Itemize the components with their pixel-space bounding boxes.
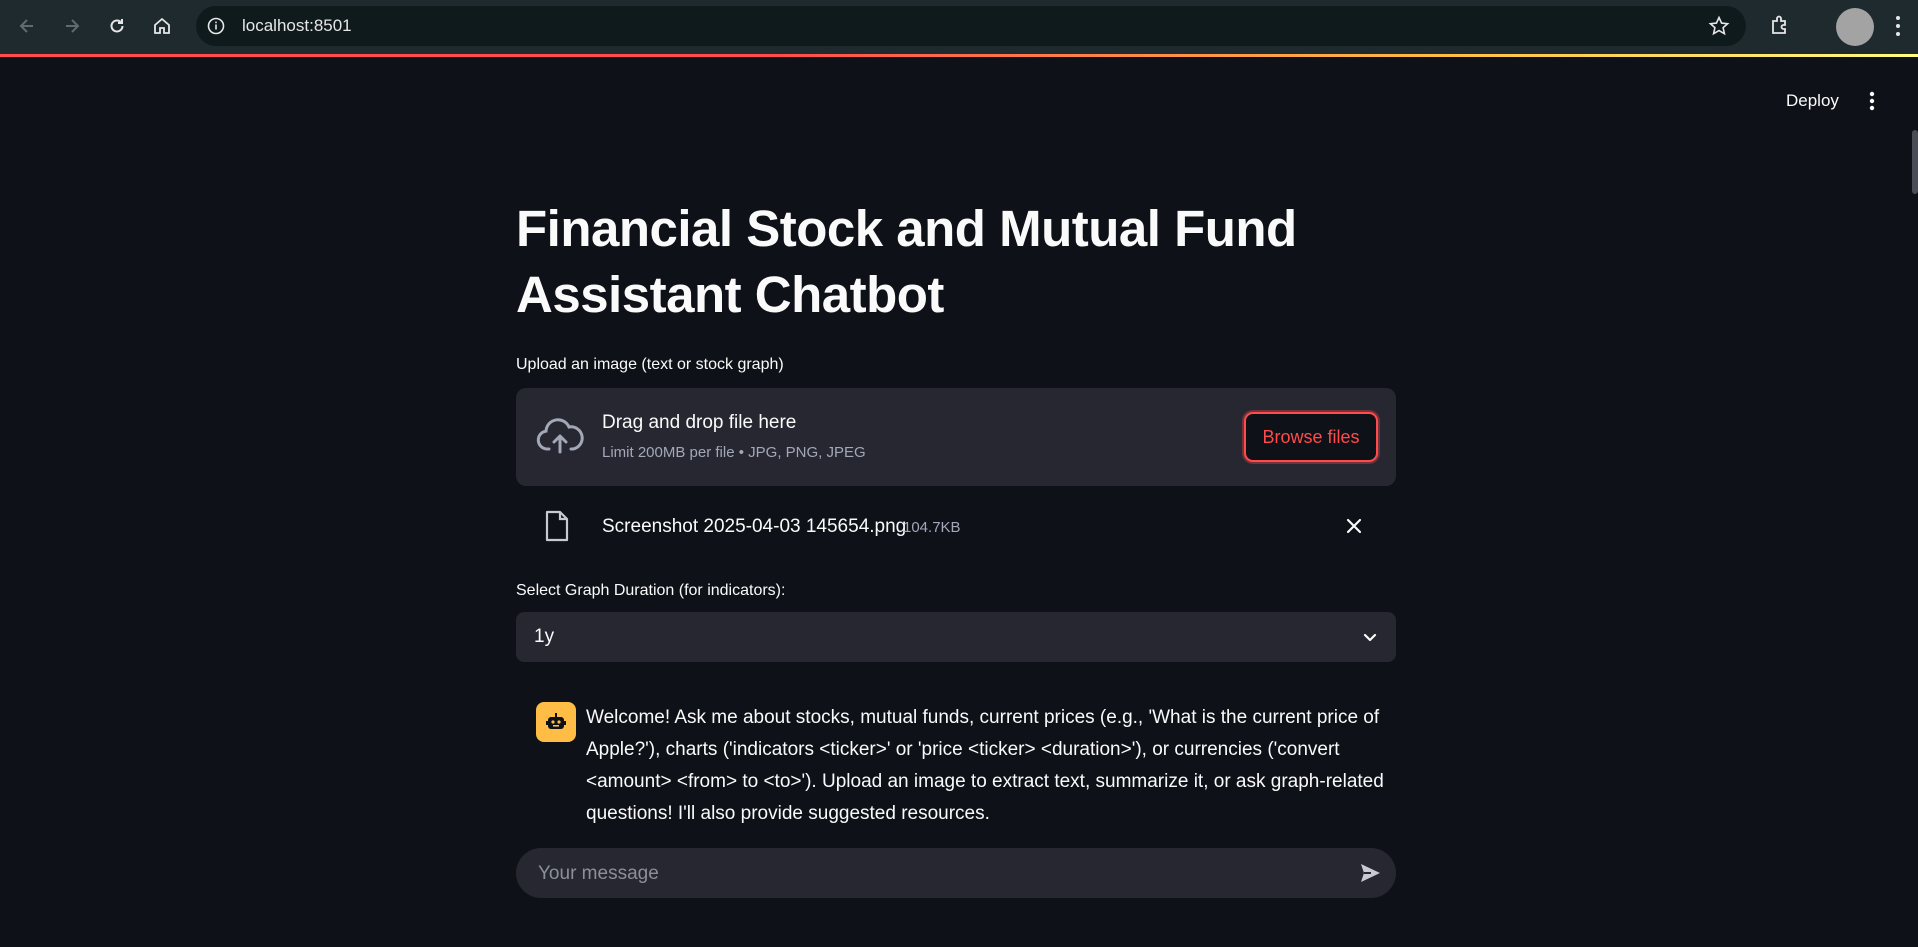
dropzone-title: Drag and drop file here (602, 412, 797, 433)
assistant-message-text: Welcome! Ask me about stocks, mutual fun… (586, 707, 1384, 824)
deploy-button[interactable]: Deploy (1774, 86, 1851, 116)
scrollbar-thumb[interactable] (1912, 130, 1918, 194)
page-title: Financial Stock and Mutual Fund Assistan… (516, 200, 1297, 323)
chrome-menu-icon[interactable] (1894, 13, 1902, 44)
browse-files-button[interactable]: Browse files (1244, 412, 1378, 462)
app-decoration-bar (0, 54, 1918, 57)
file-name: Screenshot 2025-04-03 145654.png (602, 516, 907, 537)
bookmark-star-icon[interactable] (1708, 15, 1730, 42)
url-text[interactable]: localhost:8501 (242, 6, 352, 46)
app-menu-icon[interactable] (1862, 88, 1882, 114)
reload-icon[interactable] (104, 13, 130, 39)
site-info-icon[interactable] (204, 14, 228, 38)
main-column: Financial Stock and Mutual Fund Assistan… (516, 196, 1396, 328)
back-icon[interactable] (14, 13, 40, 39)
home-icon[interactable] (149, 13, 175, 39)
file-icon (544, 510, 570, 547)
chevron-down-icon[interactable] (1360, 627, 1380, 652)
uploaded-file-row: Screenshot 2025-04-03 145654.png 104.7KB (516, 502, 1396, 550)
upload-label: Upload an image (text or stock graph) (516, 356, 784, 373)
duration-label: Select Graph Duration (for indicators): (516, 582, 786, 599)
bot-icon (536, 702, 576, 742)
forward-icon[interactable] (59, 13, 85, 39)
dropzone-limits: Limit 200MB per file • JPG, PNG, JPEG (602, 444, 866, 461)
file-dropzone[interactable]: Drag and drop file here Limit 200MB per … (516, 388, 1396, 486)
profile-avatar[interactable] (1836, 8, 1874, 46)
chat-input-bar[interactable] (516, 848, 1396, 900)
send-icon[interactable] (1358, 861, 1382, 890)
address-bar[interactable]: localhost:8501 (196, 6, 1746, 46)
browser-toolbar: localhost:8501 (0, 0, 1918, 54)
upload-cloud-icon (536, 416, 584, 461)
chat-message-input[interactable] (536, 848, 1340, 900)
extensions-icon[interactable] (1768, 13, 1792, 42)
close-icon[interactable] (1342, 514, 1366, 543)
duration-selected-value: 1y (534, 626, 555, 647)
duration-select[interactable]: 1y (516, 612, 1396, 662)
file-size: 104.7KB (903, 519, 961, 536)
